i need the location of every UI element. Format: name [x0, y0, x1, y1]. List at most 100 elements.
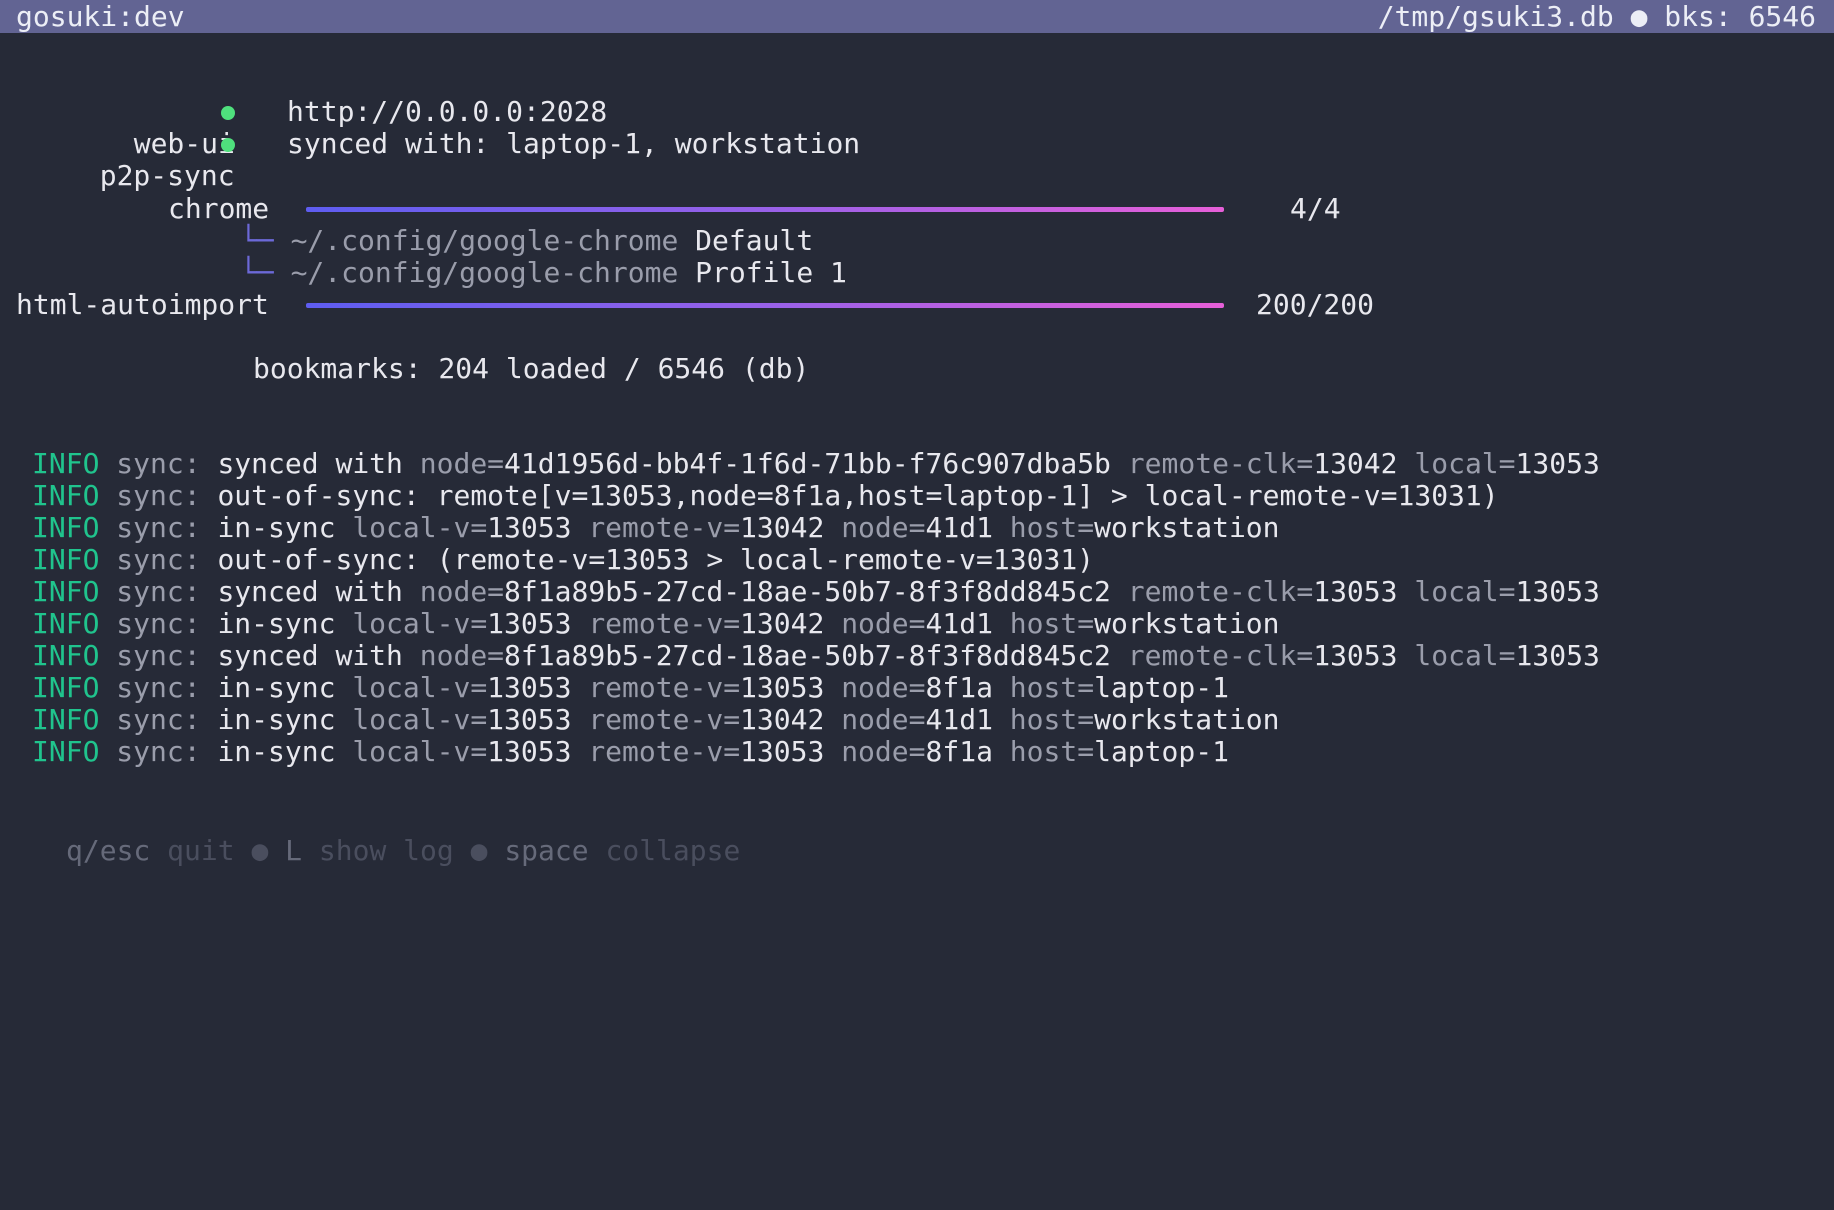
- log-text: workstation: [1094, 703, 1280, 736]
- log-text: workstation: [1094, 607, 1280, 640]
- separator-dot-icon: ●: [453, 834, 505, 867]
- log-text: synced with: [217, 575, 420, 608]
- log-level: INFO: [32, 447, 100, 480]
- log-source: sync:: [116, 671, 201, 704]
- log-field-key: local=: [1414, 639, 1516, 672]
- log-text: 8f1a: [925, 735, 1010, 768]
- bookmark-count: bks: 6546: [1664, 0, 1816, 33]
- progress-bar-html-autoimport: [306, 303, 1224, 308]
- status-bar: gosuki:dev /tmp/gsuki3.db ● bks: 6546: [0, 0, 1834, 33]
- tree-branch-icon: └─: [240, 224, 274, 257]
- service-value[interactable]: http://0.0.0.0:2028: [287, 96, 607, 128]
- log-field-key: node=: [841, 703, 926, 736]
- log-field-key: host=: [1009, 703, 1095, 736]
- separator-dot-icon: ●: [234, 834, 286, 867]
- log-field-key: host=: [1009, 607, 1095, 640]
- log-text: 8f1a: [925, 671, 1010, 704]
- log-field-key: remote-v=: [588, 735, 741, 768]
- log-text: laptop-1: [1094, 735, 1229, 768]
- log-text: out-of-sync: (remote-v=13053 > local-rem…: [217, 543, 1095, 576]
- log-field-key: local-v=: [352, 671, 488, 704]
- app-title: gosuki:dev: [16, 0, 185, 33]
- log-source: sync:: [116, 575, 201, 608]
- separator-dot-icon: ●: [1630, 0, 1648, 33]
- module-name-chrome: chrome: [168, 192, 270, 225]
- log-text: 13053: [1515, 639, 1600, 672]
- log-level: INFO: [32, 543, 100, 576]
- log-text: 13053: [1313, 639, 1415, 672]
- log-level: INFO: [32, 607, 100, 640]
- tree-branch-icon: └─: [240, 256, 274, 289]
- bookmarks-summary: bookmarks: 204 loaded / 6546 (db): [253, 352, 810, 385]
- help-key: L: [285, 834, 303, 867]
- profile-name: Default: [695, 224, 814, 257]
- log-field-key: local-v=: [352, 511, 488, 544]
- log-source: sync:: [116, 479, 201, 512]
- log-line: INFO sync: synced with node=8f1a89b5-27c…: [32, 640, 1600, 672]
- status-ok-icon: [221, 106, 235, 120]
- log-text: out-of-sync: remote[v=13053,node=8f1a,ho…: [217, 479, 1499, 512]
- log-text: 13053: [487, 671, 589, 704]
- log-level: INFO: [32, 479, 100, 512]
- log-field-key: node=: [841, 671, 926, 704]
- log-text: 13053: [487, 703, 589, 736]
- log-text: 13042: [740, 511, 842, 544]
- help-action: quit: [167, 834, 235, 867]
- log-text: synced with: [217, 639, 420, 672]
- log-text: in-sync: [217, 511, 353, 544]
- log-field-key: host=: [1009, 735, 1095, 768]
- log-field-key: node=: [841, 511, 926, 544]
- log-level: INFO: [32, 671, 100, 704]
- log-field-key: node=: [419, 447, 505, 480]
- log-source: sync:: [116, 543, 201, 576]
- log-line: INFO sync: synced with node=8f1a89b5-27c…: [32, 576, 1600, 608]
- log-text: 13053: [1313, 575, 1415, 608]
- profile-row[interactable]: └─ ~/.config/google-chrome Default: [240, 225, 813, 257]
- log-line: INFO sync: synced with node=41d1956d-bb4…: [32, 448, 1600, 480]
- log-source: sync:: [116, 607, 201, 640]
- log-text: 13053: [1515, 575, 1600, 608]
- module-name-html-autoimport: html-autoimport: [16, 288, 269, 321]
- help-key: q/esc: [66, 834, 151, 867]
- log-field-key: local-v=: [352, 735, 488, 768]
- log-field-key: host=: [1009, 671, 1095, 704]
- log-line: INFO sync: in-sync local-v=13053 remote-…: [32, 608, 1280, 640]
- log-field-key: local=: [1414, 447, 1516, 480]
- progress-bar-chrome: [306, 207, 1224, 212]
- log-line: INFO sync: out-of-sync: (remote-v=13053 …: [32, 544, 1094, 576]
- log-text: 13053: [487, 511, 589, 544]
- service-value: synced with: laptop-1, workstation: [287, 127, 861, 160]
- log-text: 13053: [740, 735, 842, 768]
- help-action: collapse: [605, 834, 741, 867]
- log-text: 8f1a89b5-27cd-18ae-50b7-8f3f8dd845c2: [504, 575, 1128, 608]
- help-bar: q/esc quit ● L show log ● space collapse: [66, 835, 740, 867]
- log-field-key: remote-clk=: [1127, 639, 1314, 672]
- log-text: 13053: [740, 671, 842, 704]
- log-field-key: remote-clk=: [1127, 447, 1314, 480]
- log-field-key: local=: [1414, 575, 1516, 608]
- profile-path: ~/.config/google-chrome: [290, 256, 679, 289]
- log-text: 13053: [487, 735, 589, 768]
- log-source: sync:: [116, 447, 201, 480]
- log-line: INFO sync: out-of-sync: remote[v=13053,n…: [32, 480, 1499, 512]
- log-level: INFO: [32, 511, 100, 544]
- log-field-key: remote-v=: [588, 607, 741, 640]
- log-level: INFO: [32, 703, 100, 736]
- log-field-key: remote-clk=: [1127, 575, 1314, 608]
- log-line: INFO sync: in-sync local-v=13053 remote-…: [32, 512, 1280, 544]
- log-text: workstation: [1094, 511, 1280, 544]
- log-field-key: node=: [419, 575, 505, 608]
- help-action: show log: [318, 834, 454, 867]
- progress-count-chrome: 4/4: [1290, 192, 1341, 225]
- log-line: INFO sync: in-sync local-v=13053 remote-…: [32, 704, 1280, 736]
- log-text: 41d1: [925, 607, 1010, 640]
- log-text: in-sync: [217, 671, 353, 704]
- log-text: 41d1: [925, 703, 1010, 736]
- log-field-key: node=: [419, 639, 505, 672]
- log-field-key: local-v=: [352, 703, 488, 736]
- log-field-key: remote-v=: [588, 511, 741, 544]
- log-text: 13053: [487, 607, 589, 640]
- profile-row[interactable]: └─ ~/.config/google-chrome Profile 1: [240, 257, 847, 289]
- status-bar-right: /tmp/gsuki3.db ● bks: 6546: [1378, 0, 1816, 33]
- log-field-key: local-v=: [352, 607, 488, 640]
